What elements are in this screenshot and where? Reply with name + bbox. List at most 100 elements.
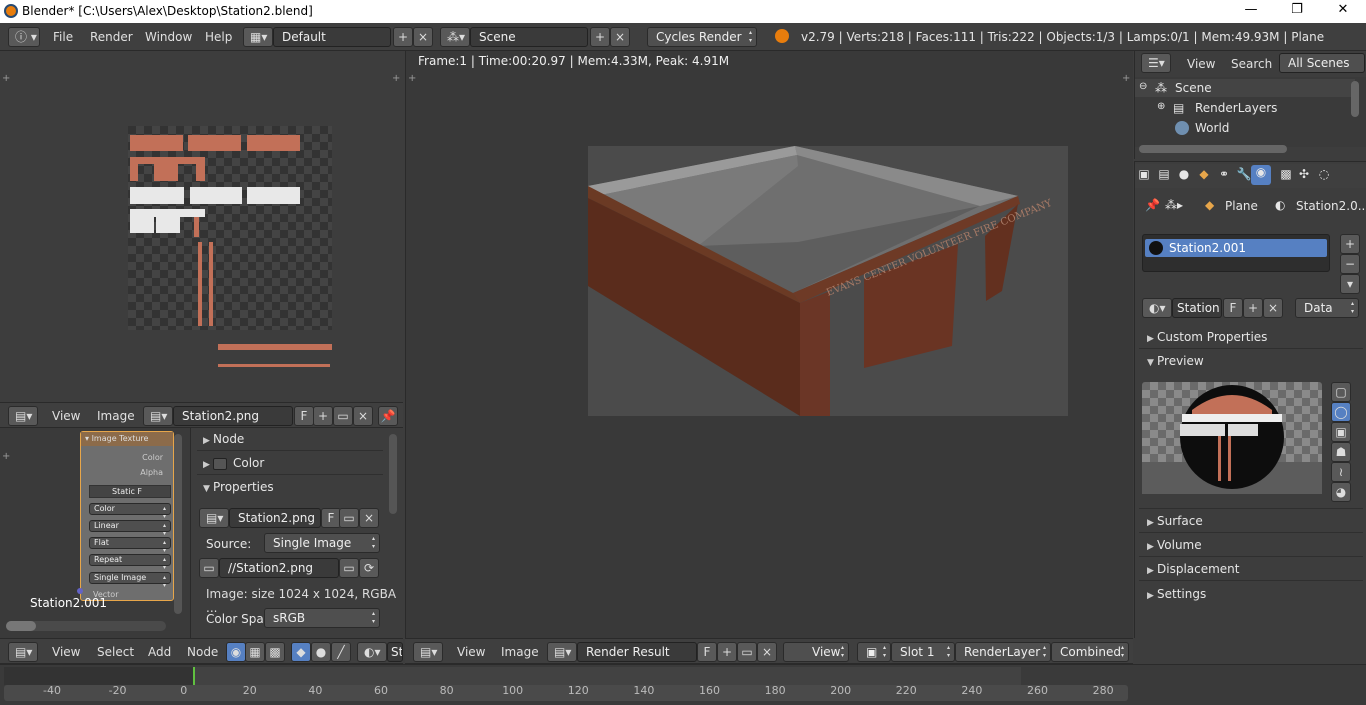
- outliner-type-button[interactable]: ☰▾: [1141, 53, 1171, 73]
- render-engine-select[interactable]: Cycles Render: [647, 27, 757, 47]
- material-fake-user[interactable]: F: [1223, 298, 1243, 318]
- render-new-image[interactable]: +: [717, 642, 737, 662]
- surface-panel-header[interactable]: ▶ Surface: [1135, 510, 1359, 532]
- expand-icon[interactable]: ⊖: [1139, 81, 1147, 92]
- node-editor-type-button[interactable]: ▤▾: [8, 642, 38, 662]
- preview-panel-header[interactable]: ▼ Preview: [1135, 350, 1359, 372]
- node-editor-area[interactable]: + ▾ Image Texture Color Alpha Static F C…: [0, 428, 403, 638]
- outliner-hscrollbar[interactable]: [1139, 145, 1287, 153]
- new-image-button[interactable]: +: [313, 406, 333, 426]
- linestyle-shader-icon[interactable]: ╱: [331, 642, 351, 662]
- display-channels-select[interactable]: ▣: [857, 642, 891, 662]
- node-extension-select[interactable]: Repeat: [89, 554, 171, 572]
- layers-tab-icon[interactable]: ▤: [1155, 167, 1173, 181]
- area-corner-plus-icon[interactable]: +: [392, 73, 400, 84]
- pin-image-button[interactable]: 📌: [378, 406, 398, 426]
- material-slots-list[interactable]: Station2.001: [1142, 234, 1330, 272]
- menu-file[interactable]: File: [53, 30, 73, 44]
- node-select-menu[interactable]: Select: [97, 645, 134, 659]
- area-corner-plus-icon[interactable]: +: [408, 73, 416, 84]
- add-slot-button[interactable]: +: [1340, 234, 1360, 254]
- node-vertical-scrollbar[interactable]: [174, 434, 182, 614]
- material-name-field[interactable]: Station: [1172, 298, 1222, 318]
- render-view-menu[interactable]: View: [457, 645, 485, 659]
- slot-specials-button[interactable]: ▾: [1340, 274, 1360, 294]
- view-mode-select[interactable]: View: [783, 642, 849, 662]
- preview-flat-button[interactable]: ▢: [1331, 382, 1351, 402]
- node-add-menu[interactable]: Add: [148, 645, 171, 659]
- browse-file-button[interactable]: ▭: [339, 558, 359, 578]
- restore-button[interactable]: ❐: [1282, 2, 1312, 20]
- render-result-field[interactable]: Render Result: [577, 642, 697, 662]
- menu-window[interactable]: Window: [145, 30, 192, 44]
- sidebar-scrollbar[interactable]: [389, 434, 397, 514]
- object-tab-icon[interactable]: ⚭: [1215, 167, 1233, 181]
- color-panel-header[interactable]: ▶ Color: [191, 452, 386, 474]
- render-image-menu[interactable]: Image: [501, 645, 539, 659]
- preview-sphere-button[interactable]: ◯: [1331, 402, 1351, 422]
- node-horizontal-scrollbar[interactable]: [6, 621, 166, 631]
- timeline-area[interactable]: [0, 664, 1366, 705]
- uv-view-menu[interactable]: View: [52, 409, 80, 423]
- material-slot-row[interactable]: Station2.001: [1145, 239, 1327, 257]
- editor-type-button[interactable]: ▤▾: [8, 406, 38, 426]
- colorspace-select[interactable]: sRGB: [264, 608, 380, 628]
- world-tab-icon[interactable]: ◆: [1195, 167, 1213, 181]
- sidebar-image-name[interactable]: Station2.png: [229, 508, 321, 528]
- outliner-filter-select[interactable]: All Scenes: [1279, 53, 1365, 73]
- node-panel-header[interactable]: ▶ Node: [191, 428, 386, 450]
- node-color-select[interactable]: Color: [89, 503, 171, 521]
- sidebar-unlink-image[interactable]: ×: [359, 508, 379, 528]
- outliner-renderlayers-row[interactable]: ⊕ ▤ RenderLayers: [1135, 99, 1355, 117]
- outliner-scene-row[interactable]: ⊖ ⁂ Scene: [1135, 79, 1355, 97]
- add-layout-button[interactable]: +: [393, 27, 413, 47]
- shader-nodes-icon[interactable]: ◉: [226, 642, 246, 662]
- preview-monkey-button[interactable]: ☗: [1331, 442, 1351, 462]
- source-select[interactable]: Single Image: [264, 533, 380, 553]
- outliner-view-menu[interactable]: View: [1187, 57, 1215, 71]
- compositing-nodes-icon[interactable]: ▦: [245, 642, 265, 662]
- render-pass-select[interactable]: Combined: [1051, 642, 1129, 662]
- expand-icon[interactable]: ⊕: [1157, 101, 1165, 112]
- fake-user-button[interactable]: F: [294, 406, 314, 426]
- node-interpolation-select[interactable]: Linear: [89, 520, 171, 538]
- preview-sky-button[interactable]: ◕: [1331, 482, 1351, 502]
- texture-tab-icon[interactable]: ▩: [1277, 167, 1295, 181]
- sidebar-image-browse[interactable]: ▤▾: [199, 508, 229, 528]
- image-texture-node[interactable]: ▾ Image Texture Color Alpha Static F Col…: [80, 431, 174, 601]
- render-layer-select[interactable]: RenderLayer: [955, 642, 1051, 662]
- editor-type-info-button[interactable]: ⓘ ▾: [8, 27, 40, 47]
- material-link-select[interactable]: Data: [1295, 298, 1359, 318]
- outliner-vscrollbar[interactable]: [1351, 81, 1359, 117]
- node-header[interactable]: ▾ Image Texture: [81, 432, 173, 446]
- particles-tab-icon[interactable]: ✣: [1295, 167, 1313, 181]
- render-editor-type-button[interactable]: ▤▾: [413, 642, 443, 662]
- area-corner-plus-icon[interactable]: +: [2, 73, 10, 84]
- area-corner-plus-icon[interactable]: +: [2, 451, 10, 462]
- add-scene-button[interactable]: +: [590, 27, 610, 47]
- area-corner-plus-icon[interactable]: +: [1122, 73, 1130, 84]
- render-tab-icon[interactable]: ▣: [1135, 167, 1153, 181]
- layout-icon-button[interactable]: ▦▾: [243, 27, 273, 47]
- settings-panel-header[interactable]: ▶ Settings: [1135, 583, 1359, 605]
- preview-cube-button[interactable]: ▣: [1331, 422, 1351, 442]
- scene-icon-button[interactable]: ⁂▾: [440, 27, 470, 47]
- uv-image-menu[interactable]: Image: [97, 409, 135, 423]
- outliner-search-menu[interactable]: Search: [1231, 57, 1272, 71]
- pin-icon[interactable]: 📌: [1145, 198, 1160, 212]
- render-image-browse[interactable]: ▤▾: [547, 642, 577, 662]
- render-view-area[interactable]: Frame:1 | Time:00:20.97 | Mem:4.33M, Pea…: [405, 51, 1133, 638]
- uv-image-name-field[interactable]: Station2.png: [173, 406, 293, 426]
- sidebar-fake-user[interactable]: F: [321, 508, 341, 528]
- outliner-world-row[interactable]: World: [1135, 119, 1355, 137]
- scene-tab-icon[interactable]: ●: [1175, 167, 1193, 181]
- render-fake-user[interactable]: F: [697, 642, 717, 662]
- preview-hair-button[interactable]: ≀: [1331, 462, 1351, 482]
- sidebar-open-image[interactable]: ▭: [339, 508, 359, 528]
- node-projection-select[interactable]: Flat: [89, 537, 171, 555]
- node-source-select[interactable]: Single Image: [89, 572, 171, 590]
- screen-layout-field[interactable]: Default: [273, 27, 391, 47]
- menu-render[interactable]: Render: [90, 30, 133, 44]
- render-open-image[interactable]: ▭: [737, 642, 757, 662]
- filepath-field[interactable]: //Station2.png: [219, 558, 339, 578]
